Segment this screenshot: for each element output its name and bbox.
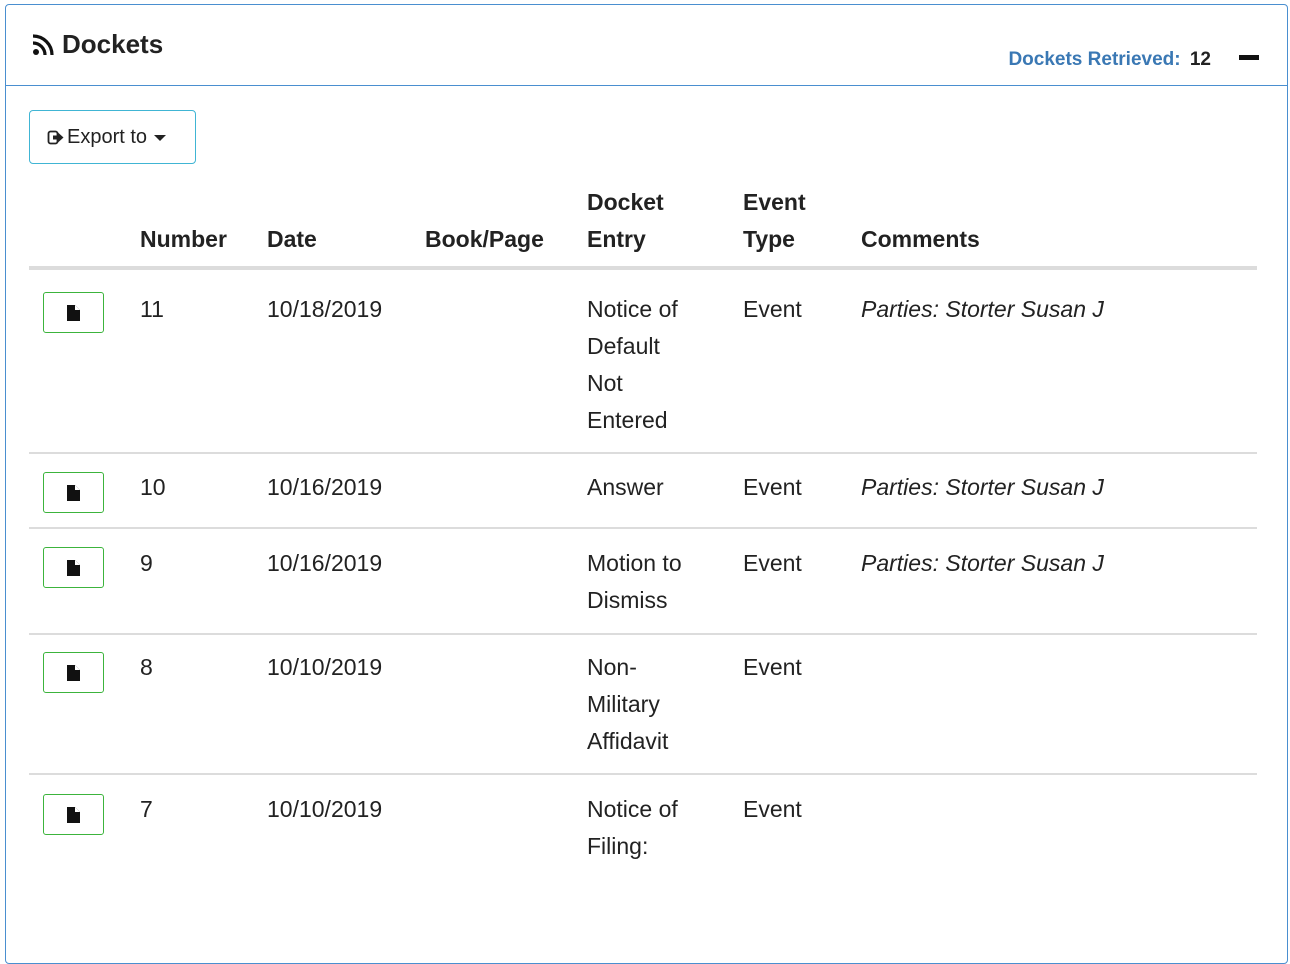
cell-event-type: Event bbox=[743, 654, 802, 680]
cell-docket-entry-line: Non- bbox=[587, 654, 637, 680]
row-divider bbox=[29, 633, 1257, 635]
panel-header: Dockets Dockets Retrieved: 12 bbox=[6, 5, 1287, 86]
cell-date: 10/10/2019 bbox=[267, 796, 383, 822]
header-number[interactable]: Number bbox=[140, 221, 227, 258]
cell-event-type: Event bbox=[743, 474, 802, 500]
row-divider bbox=[29, 527, 1257, 529]
cell-comments: Parties: Storter Susan J bbox=[861, 474, 1104, 500]
cell-date: 10/16/2019 bbox=[267, 550, 383, 576]
cell-date: 10/16/2019 bbox=[267, 474, 383, 500]
view-docket-button[interactable] bbox=[43, 292, 104, 333]
file-icon bbox=[67, 484, 80, 501]
cell-event-type: Event bbox=[743, 296, 802, 322]
file-icon bbox=[67, 559, 80, 576]
caret-down-icon bbox=[154, 135, 167, 141]
table-header-divider bbox=[29, 266, 1257, 270]
cell-docket-entry-line: Notice of bbox=[587, 296, 678, 322]
cell-docket-entry: Notice of Filing: bbox=[587, 791, 678, 865]
dockets-retrieved-count: 12 bbox=[1189, 49, 1211, 70]
header-date[interactable]: Date bbox=[267, 221, 317, 258]
cell-docket-entry-line: Affidavit bbox=[587, 728, 669, 754]
export-button-label: Export to bbox=[67, 125, 148, 148]
dockets-retrieved: Dockets Retrieved: 12 bbox=[1008, 49, 1211, 71]
cell-event-type: Event bbox=[743, 796, 802, 822]
file-icon bbox=[67, 304, 80, 321]
header-comments[interactable]: Comments bbox=[861, 221, 980, 258]
panel-title-text: Dockets bbox=[62, 29, 164, 59]
dockets-retrieved-label: Dockets Retrieved: bbox=[1008, 49, 1181, 70]
export-button[interactable]: Export to bbox=[29, 110, 196, 164]
row-divider bbox=[29, 773, 1257, 775]
header-book-page[interactable]: Book/Page bbox=[425, 221, 544, 258]
cell-number: 9 bbox=[140, 550, 153, 576]
cell-docket-entry-line: Military bbox=[587, 691, 660, 717]
cell-date: 10/18/2019 bbox=[267, 296, 383, 322]
cell-date: 10/10/2019 bbox=[267, 654, 383, 680]
cell-docket-entry-line: Entered bbox=[587, 407, 668, 433]
view-docket-button[interactable] bbox=[43, 652, 104, 693]
minus-icon[interactable] bbox=[1239, 55, 1259, 60]
header-event-type-line: Type bbox=[743, 226, 795, 252]
cell-docket-entry: Motion to Dismiss bbox=[587, 545, 682, 619]
header-event-type[interactable]: Event Type bbox=[743, 184, 806, 258]
sign-out-icon bbox=[47, 130, 64, 144]
cell-docket-entry-line: Answer bbox=[587, 474, 664, 500]
cell-event-type: Event bbox=[743, 550, 802, 576]
cell-comments: Parties: Storter Susan J bbox=[861, 296, 1104, 322]
rss-icon bbox=[32, 33, 54, 55]
cell-docket-entry-line: Motion to bbox=[587, 550, 682, 576]
cell-number: 10 bbox=[140, 474, 166, 500]
file-icon bbox=[67, 664, 80, 681]
row-divider bbox=[29, 452, 1257, 454]
header-event-type-line: Event bbox=[743, 189, 806, 215]
cell-docket-entry: Answer bbox=[587, 469, 664, 506]
cell-number: 11 bbox=[140, 296, 164, 322]
cell-docket-entry-line: Filing: bbox=[587, 833, 649, 859]
cell-number: 8 bbox=[140, 654, 153, 680]
cell-docket-entry-line: Notice of bbox=[587, 796, 678, 822]
panel-title: Dockets bbox=[32, 29, 163, 60]
cell-docket-entry-line: Dismiss bbox=[587, 587, 668, 613]
header-docket-entry-line: Entry bbox=[587, 226, 646, 252]
cell-docket-entry-line: Not bbox=[587, 370, 623, 396]
header-docket-entry[interactable]: Docket Entry bbox=[587, 184, 664, 258]
header-docket-entry-line: Docket bbox=[587, 189, 664, 215]
view-docket-button[interactable] bbox=[43, 472, 104, 513]
view-docket-button[interactable] bbox=[43, 547, 104, 588]
cell-comments: Parties: Storter Susan J bbox=[861, 550, 1104, 576]
cell-docket-entry-line: Default bbox=[587, 333, 660, 359]
cell-docket-entry: Notice of Default Not Entered bbox=[587, 291, 678, 439]
cell-docket-entry: Non- Military Affidavit bbox=[587, 649, 668, 760]
view-docket-button[interactable] bbox=[43, 794, 104, 835]
file-icon bbox=[67, 806, 80, 823]
cell-number: 7 bbox=[140, 796, 153, 822]
